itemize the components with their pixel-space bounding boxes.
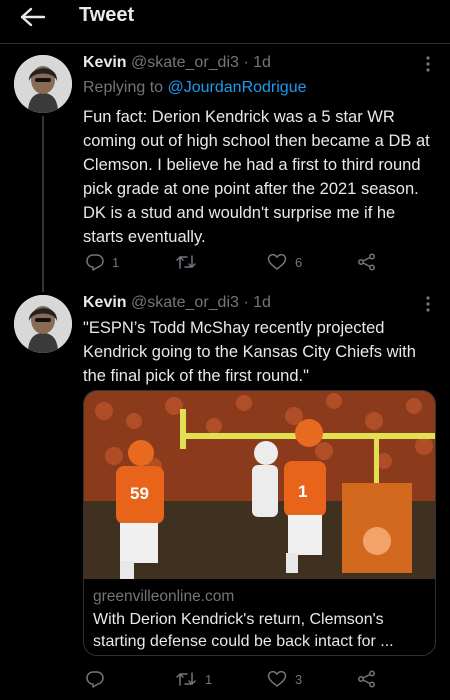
- svg-text:1: 1: [298, 482, 307, 501]
- svg-text:59: 59: [130, 484, 149, 503]
- author-name[interactable]: Kevin: [83, 54, 127, 71]
- back-arrow-icon: [20, 7, 46, 27]
- retweet-count: 1: [205, 671, 213, 687]
- like-button[interactable]: 3: [267, 668, 302, 690]
- share-button[interactable]: [357, 251, 377, 273]
- retweet-button[interactable]: 1: [175, 668, 212, 690]
- retweet-button[interactable]: [175, 251, 205, 273]
- retweet-icon: [176, 672, 196, 686]
- avatar[interactable]: [14, 295, 72, 353]
- reply-count: 1: [112, 254, 120, 270]
- like-count: 6: [295, 254, 303, 270]
- like-icon: [267, 670, 287, 687]
- like-button[interactable]: 6: [267, 251, 302, 273]
- replying-prefix: Replying to: [83, 79, 164, 96]
- reply-button[interactable]: [86, 668, 112, 690]
- more-icon: [426, 56, 430, 72]
- card-domain: greenvilleonline.com: [93, 588, 235, 605]
- card-title: With Derion Kendrick's return, Clemson's…: [93, 611, 394, 650]
- share-icon: [358, 670, 375, 688]
- author-handle-time: @skate_or_di3 · 1d: [131, 294, 271, 311]
- share-icon: [358, 253, 375, 271]
- author-name[interactable]: Kevin: [83, 294, 127, 311]
- tweet-header: Kevin @skate_or_di3 · 1d: [83, 54, 271, 72]
- avatar-image: [14, 295, 72, 353]
- replying-to: Replying to @JourdanRodrigue: [83, 79, 307, 97]
- author-handle-time: @skate_or_di3 · 1d: [131, 54, 271, 71]
- avatar[interactable]: [14, 55, 72, 113]
- page-title: Tweet: [79, 4, 135, 26]
- back-button[interactable]: [18, 6, 48, 28]
- reply-icon: [86, 671, 104, 688]
- reply-button[interactable]: 1: [86, 251, 119, 273]
- reply-icon: [86, 254, 104, 271]
- top-bar: Tweet: [0, 0, 450, 44]
- mention-link[interactable]: @JourdanRodrigue: [168, 79, 307, 96]
- card-image: 59 1: [84, 391, 435, 579]
- share-button[interactable]: [357, 668, 377, 690]
- tweet-header: Kevin @skate_or_di3 · 1d: [83, 294, 271, 312]
- link-card[interactable]: 59 1 greenvilleonline.com With Derion Ke…: [83, 390, 436, 656]
- avatar-image: [14, 55, 72, 113]
- more-button[interactable]: [420, 55, 436, 73]
- tweet-text: "ESPN’s Todd McShay recently projected K…: [83, 319, 416, 385]
- thread-line: [42, 116, 44, 292]
- retweet-icon: [176, 255, 196, 269]
- like-count: 3: [295, 671, 303, 687]
- like-icon: [267, 253, 287, 270]
- more-icon: [426, 296, 430, 312]
- more-button[interactable]: [420, 295, 436, 313]
- tweet-text: Fun fact: Derion Kendrick was a 5 star W…: [83, 108, 430, 246]
